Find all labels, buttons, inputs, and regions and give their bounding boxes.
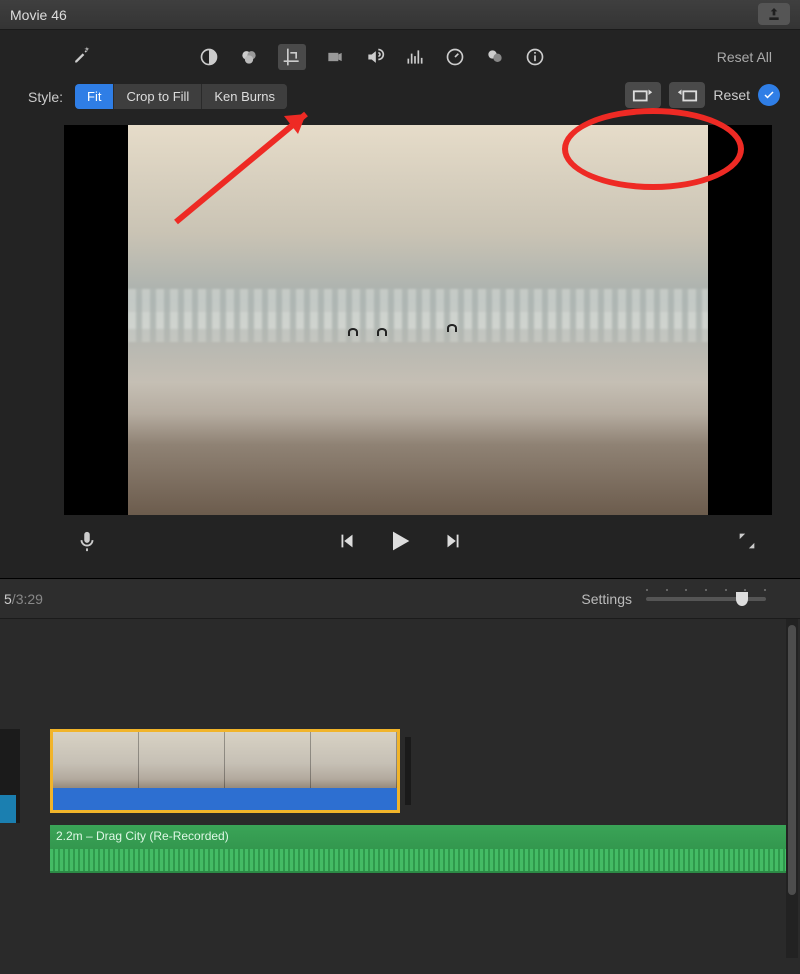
style-crop-to-fill[interactable]: Crop to Fill [114, 84, 202, 109]
time-current: 5 [4, 591, 12, 607]
timeline-leading-clip[interactable] [0, 729, 20, 823]
style-bar: Style: Fit Crop to Fill Ken Burns Reset [0, 76, 800, 119]
zoom-slider[interactable] [646, 597, 766, 601]
play-button[interactable] [386, 527, 414, 560]
noise-equalizer-button[interactable] [404, 46, 426, 68]
speed-button[interactable] [444, 46, 466, 68]
adjust-toolbar: Reset All [0, 30, 800, 76]
audio-clip-label: 2.2m – Drag City (Re-Recorded) [56, 829, 229, 843]
info-button[interactable] [524, 46, 546, 68]
audio-clip[interactable]: 2.2m – Drag City (Re-Recorded) [50, 825, 790, 873]
preview-viewer[interactable] [64, 125, 772, 515]
time-total: 3:29 [16, 591, 43, 607]
titlebar: Movie 46 [0, 0, 800, 30]
crop-reset-button[interactable]: Reset [713, 87, 750, 103]
prev-button[interactable] [336, 530, 358, 557]
project-title: Movie 46 [10, 7, 67, 23]
video-clip[interactable] [50, 729, 400, 813]
scrollbar-thumb[interactable] [788, 625, 796, 895]
next-button[interactable] [442, 530, 464, 557]
viewer-panel: Reset All Style: Fit Crop to Fill Ken Bu… [0, 30, 800, 578]
rotate-ccw-button[interactable] [625, 82, 661, 108]
time-bar: 5 / 3:29 Settings [0, 578, 800, 618]
fullscreen-button[interactable] [736, 530, 758, 557]
share-button[interactable] [758, 3, 790, 25]
audio-waveform [50, 849, 790, 871]
volume-button[interactable] [364, 46, 386, 68]
style-segmented: Fit Crop to Fill Ken Burns [75, 84, 287, 109]
crop-button[interactable] [278, 44, 306, 70]
apply-check-button[interactable] [758, 84, 780, 106]
clip-filter-button[interactable] [484, 46, 506, 68]
timeline-settings-button[interactable]: Settings [581, 591, 632, 607]
transport-bar [0, 515, 800, 578]
voiceover-mic-button[interactable] [76, 530, 98, 557]
style-label: Style: [28, 89, 63, 105]
style-ken-burns[interactable]: Ken Burns [202, 84, 287, 109]
color-balance-button[interactable] [198, 46, 220, 68]
timeline-scrollbar[interactable] [786, 619, 798, 958]
timeline[interactable]: 2.2m – Drag City (Re-Recorded) [0, 618, 800, 958]
style-fit[interactable]: Fit [75, 84, 114, 109]
stabilization-button[interactable] [324, 46, 346, 68]
reset-all-button[interactable]: Reset All [717, 49, 772, 65]
magic-wand-button[interactable] [70, 44, 92, 66]
color-correction-button[interactable] [238, 46, 260, 68]
rotate-cw-button[interactable] [669, 82, 705, 108]
zoom-knob[interactable] [736, 592, 748, 606]
preview-image [128, 125, 709, 515]
share-icon [766, 6, 782, 22]
clip-edge-handle[interactable] [405, 737, 411, 805]
